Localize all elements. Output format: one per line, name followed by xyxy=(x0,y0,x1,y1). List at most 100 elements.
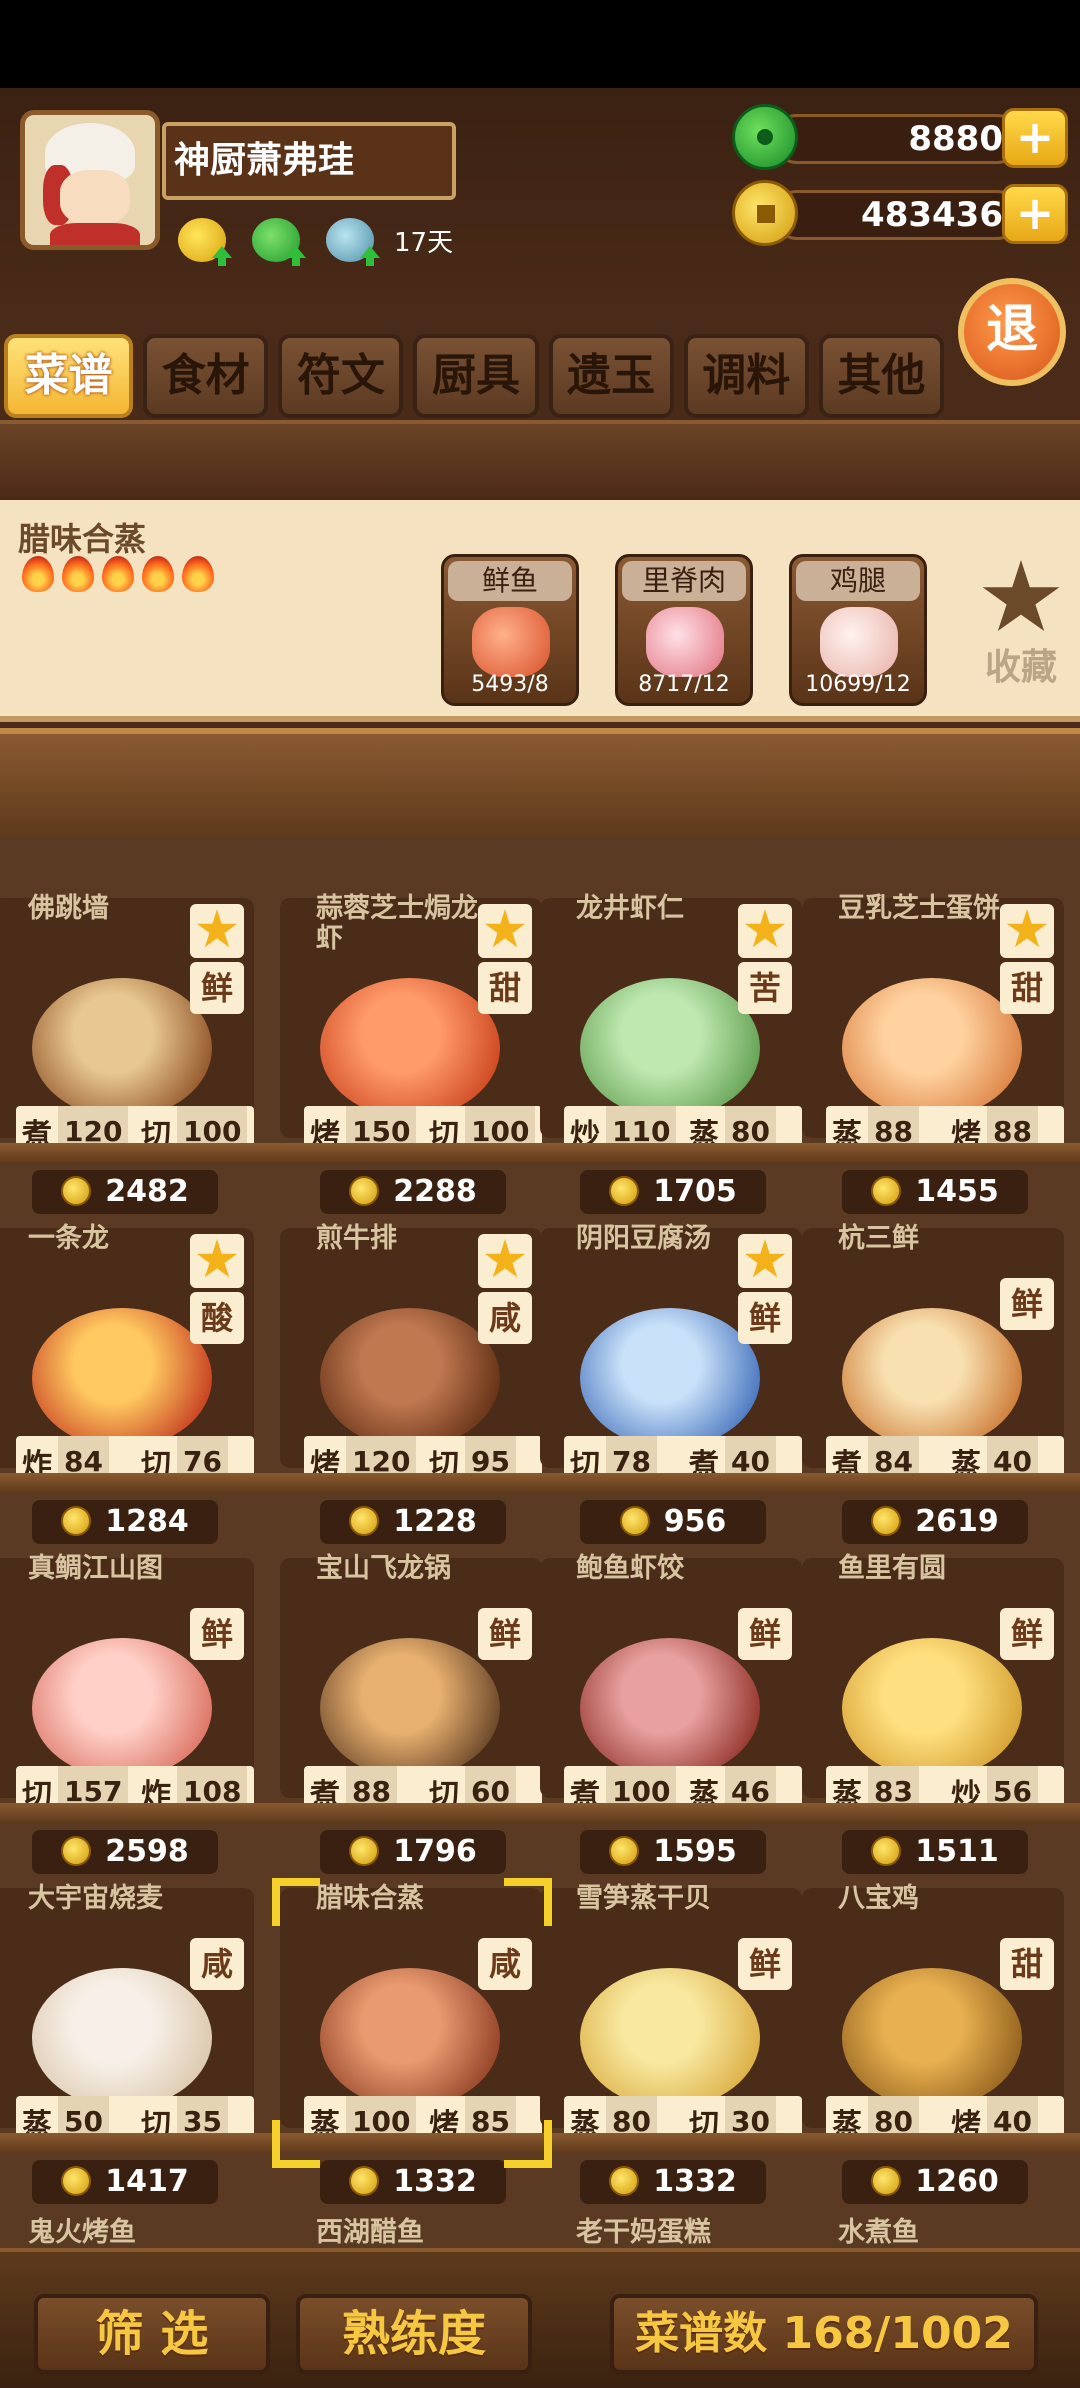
tab-label: 遗玉 xyxy=(567,350,656,401)
flame-icon xyxy=(62,556,94,592)
recipe-card[interactable]: 鱼里有圆鲜蒸 83 炒 56 1511 xyxy=(802,1518,1064,1874)
taste-badge: 甜 xyxy=(1000,1938,1054,1990)
add-gold-button[interactable]: + xyxy=(1002,184,1068,244)
gold-coin-icon xyxy=(609,2166,640,2196)
favorite-star-icon[interactable] xyxy=(478,904,532,958)
recipe-name-partial: 水煮鱼 xyxy=(838,2217,919,2248)
dish-image xyxy=(842,978,1022,1118)
recipe-name: 鱼里有圆 xyxy=(838,1553,946,1584)
tab-0[interactable]: 菜谱 xyxy=(4,334,134,418)
ingredient-drumstick[interactable]: 鸡腿 10699/12 xyxy=(789,554,927,706)
recipe-name: 雪笋蒸干贝 xyxy=(576,1883,711,1914)
ingredient-count: 8717/12 xyxy=(638,672,730,697)
ingredient-label: 鸡腿 xyxy=(796,561,920,601)
dish-image xyxy=(320,1638,500,1778)
difficulty-flames xyxy=(22,556,214,592)
ingredient-count: 10699/12 xyxy=(805,672,911,697)
tab-label: 食材 xyxy=(161,350,250,401)
fish-boost-icon[interactable] xyxy=(326,218,380,266)
taste-badge: 鲜 xyxy=(190,1608,244,1660)
recipe-name: 鲍鱼虾饺 xyxy=(576,1553,684,1584)
tab-label: 厨具 xyxy=(431,350,520,401)
price-value: 1332 xyxy=(653,2164,737,2199)
recipe-card[interactable]: 蒜蓉芝士焗龙虾甜烤 150 切 100 2288 xyxy=(280,858,542,1214)
recipe-card[interactable]: 真鲷江山图鲜切 157 炸 108 2598 xyxy=(0,1518,254,1874)
dish-image xyxy=(580,1968,760,2108)
favorite-star-icon[interactable] xyxy=(738,1234,792,1288)
price-value: 1260 xyxy=(915,2164,999,2199)
recipe-card[interactable]: 一条龙酸炸 84 切 76 1284 xyxy=(0,1188,254,1544)
taste-badge: 鲜 xyxy=(1000,1278,1054,1330)
price-value: 1417 xyxy=(105,2164,189,2199)
tab-5[interactable]: 调料 xyxy=(683,334,809,418)
tab-6[interactable]: 其他 xyxy=(818,334,944,418)
gold-coin-icon xyxy=(349,2166,380,2196)
flame-icon xyxy=(142,556,174,592)
shelf-row xyxy=(0,1473,1080,1493)
recipe-name-partial: 老干妈蛋糕 xyxy=(576,2217,711,2248)
jade-amount: 8880 xyxy=(772,114,1022,164)
exit-button[interactable]: 退 xyxy=(958,278,1066,386)
dish-image xyxy=(32,1638,212,1778)
dish-image xyxy=(32,1968,212,2108)
add-jade-button[interactable]: + xyxy=(1002,108,1068,168)
recipe-card[interactable]: 佛跳墙鲜煮 120 切 100 2482 xyxy=(0,858,254,1214)
gold-coin-icon xyxy=(871,2166,902,2196)
favorite-star-icon[interactable] xyxy=(190,904,244,958)
jade-boost-icon[interactable] xyxy=(252,218,306,266)
mastery-button[interactable]: 熟练度 xyxy=(296,2294,532,2374)
flame-icon xyxy=(102,556,134,592)
dish-image xyxy=(842,1638,1022,1778)
ingredient-fish[interactable]: 鲜鱼 5493/8 xyxy=(441,554,579,706)
tab-label: 菜谱 xyxy=(24,350,113,401)
favorite-star-icon[interactable] xyxy=(738,904,792,958)
recipe-card[interactable]: 大宇宙烧麦咸蒸 50 切 35 1417 xyxy=(0,1848,254,2204)
taste-badge: 苦 xyxy=(738,962,792,1014)
favorite-star-icon[interactable] xyxy=(190,1234,244,1288)
shelf-divider xyxy=(0,420,1080,500)
recipe-card[interactable]: 雪笋蒸干贝鲜蒸 80 切 30 1332 xyxy=(540,1848,802,2204)
selected-recipe-name: 腊味合蒸 xyxy=(18,520,147,558)
tab-1[interactable]: 食材 xyxy=(143,334,269,418)
collect-button[interactable]: 收藏 xyxy=(966,560,1076,690)
taste-badge: 鲜 xyxy=(1000,1608,1054,1660)
flame-icon xyxy=(22,556,54,592)
drumstick-icon xyxy=(820,607,898,677)
shelf-row xyxy=(0,1803,1080,1823)
dish-image xyxy=(580,978,760,1118)
recipe-card[interactable]: 鲍鱼虾饺鲜煮 100 蒸 46 1595 xyxy=(540,1518,802,1874)
status-icons: 17天 xyxy=(178,215,453,266)
taste-badge: 咸 xyxy=(478,1292,532,1344)
gold-boost-icon[interactable] xyxy=(178,218,232,266)
filter-button[interactable]: 筛 选 xyxy=(34,2294,270,2374)
favorite-star-icon[interactable] xyxy=(478,1234,532,1288)
ingredient-tenderloin[interactable]: 里脊肉 8717/12 xyxy=(615,554,753,706)
player-avatar[interactable] xyxy=(20,110,160,250)
taste-badge: 鲜 xyxy=(738,1608,792,1660)
recipe-name: 龙井虾仁 xyxy=(576,893,684,924)
dish-image xyxy=(842,1308,1022,1448)
tab-4[interactable]: 遗玉 xyxy=(548,334,674,418)
taste-badge: 咸 xyxy=(190,1938,244,1990)
ingredient-label: 里脊肉 xyxy=(622,561,746,601)
tab-2[interactable]: 符文 xyxy=(278,334,404,418)
player-name: 神厨萧弗珪 xyxy=(162,122,456,200)
recipe-card[interactable]: 阴阳豆腐汤鲜切 78 煮 40 956 xyxy=(540,1188,802,1544)
recipe-card[interactable]: 宝山飞龙锅鲜煮 88 切 60 1796 xyxy=(280,1518,542,1874)
dish-image xyxy=(580,1638,760,1778)
favorite-star-icon[interactable] xyxy=(1000,904,1054,958)
taste-badge: 鲜 xyxy=(190,962,244,1014)
recipe-price: 1332 xyxy=(580,2160,766,2204)
dish-image xyxy=(32,978,212,1118)
ingredient-label: 鲜鱼 xyxy=(448,561,572,601)
dish-image xyxy=(842,1968,1022,2108)
tab-3[interactable]: 厨具 xyxy=(413,334,539,418)
recipe-card[interactable]: 煎牛排咸烤 120 切 95 1228 xyxy=(280,1188,542,1544)
tab-label: 符文 xyxy=(296,350,385,401)
recipe-card[interactable]: 豆乳芝士蛋饼甜蒸 88 烤 88 1455 xyxy=(802,858,1064,1214)
recipe-card[interactable]: 龙井虾仁苦炒 110 蒸 80 1705 xyxy=(540,858,802,1214)
collect-label: 收藏 xyxy=(984,647,1057,688)
recipe-card[interactable]: 杭三鲜鲜煮 84 蒸 40 2619 xyxy=(802,1188,1064,1544)
recipe-name: 宝山飞龙锅 xyxy=(316,1553,451,1584)
recipe-card[interactable]: 八宝鸡甜蒸 80 烤 40 1260 xyxy=(802,1848,1064,2204)
